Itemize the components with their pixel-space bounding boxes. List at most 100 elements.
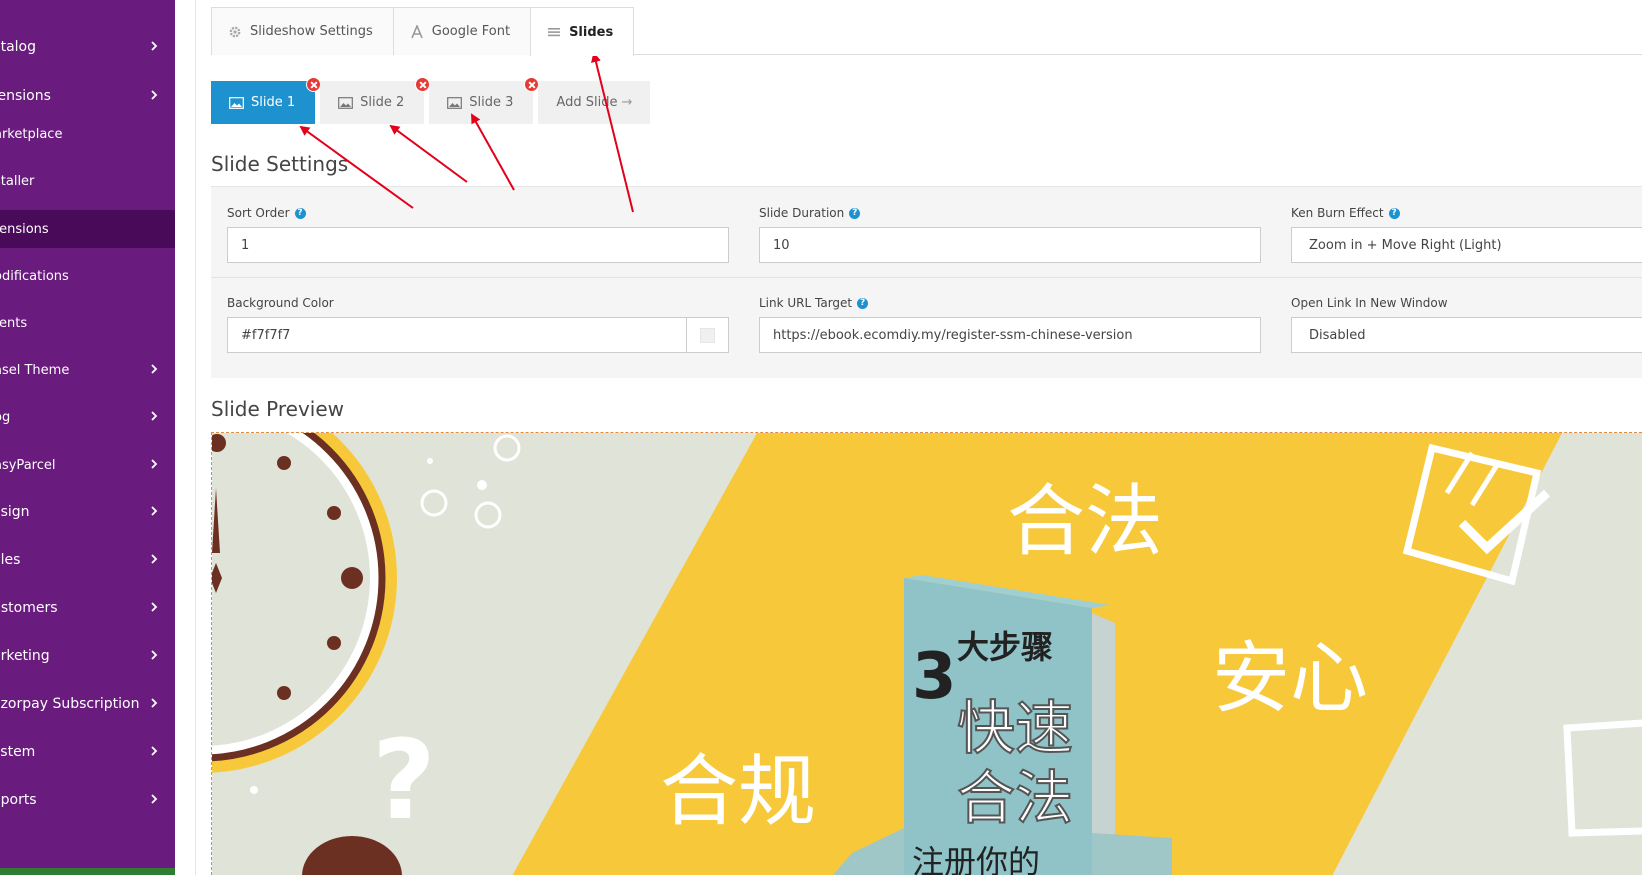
- sidebar-item-label: og: [0, 409, 11, 425]
- gear-icon: [228, 25, 242, 39]
- sidebar-item-label: rents: [0, 315, 28, 331]
- slide-preview-heading: Slide Preview: [211, 397, 345, 421]
- sidebar-item-label: asyParcel: [0, 457, 56, 473]
- chevron-right-icon: [151, 698, 158, 708]
- sidebar-item-label: ales: [0, 552, 21, 568]
- sidebar-item[interactable]: esign: [0, 493, 175, 531]
- sidebar-item-label: arketing: [0, 648, 50, 664]
- top-tabs: Slideshow Settings Google Font Slides: [211, 7, 635, 56]
- input-value: https://ebook.ecomdiy.my/register-ssm-ch…: [773, 327, 1133, 343]
- slide-duration-label: Slide Duration ?: [759, 206, 861, 220]
- sort-order-label: Sort Order ?: [227, 206, 306, 220]
- input-value: 10: [773, 237, 790, 253]
- chevron-right-icon: [151, 41, 158, 51]
- slide-duration-input[interactable]: 10: [759, 227, 1261, 263]
- sidebar-item[interactable]: ales: [0, 541, 175, 579]
- help-icon[interactable]: ?: [294, 207, 306, 219]
- help-icon[interactable]: ?: [849, 207, 861, 219]
- chevron-right-icon: [151, 411, 158, 421]
- color-picker-button[interactable]: [686, 317, 729, 353]
- slide-tabs: Slide 1 Slide 2 Slide 3 Add Slide →: [211, 77, 651, 124]
- label-text: Link URL Target: [759, 296, 853, 310]
- sidebar-item-label: azorpay Subscription: [0, 696, 140, 712]
- arrow-to-slide-3: [471, 113, 515, 191]
- sidebar: atalog tensions arketplace staller tensions o…: [0, 0, 175, 875]
- help-icon[interactable]: ?: [857, 297, 869, 309]
- slide-tab-label: Slide 1: [251, 95, 296, 110]
- sidebar-item[interactable]: ystem: [0, 733, 175, 771]
- sidebar-item[interactable]: tensions: [0, 77, 175, 115]
- sidebar-item-label: tensions: [0, 221, 49, 237]
- sidebar-item[interactable]: ustomers: [0, 589, 175, 627]
- close-icon[interactable]: [306, 77, 322, 92]
- label-text: Ken Burn Effect: [1291, 206, 1384, 220]
- chevron-right-icon: [151, 554, 158, 564]
- sort-order-input[interactable]: 1: [227, 227, 729, 263]
- sidebar-item-label: ystem: [0, 744, 36, 760]
- sidebar-item[interactable]: asel Theme: [0, 351, 175, 389]
- slide-tab-3[interactable]: Slide 3: [429, 77, 540, 124]
- input-value: 1: [241, 237, 250, 253]
- chevron-right-icon: [151, 364, 158, 374]
- sidebar-gutter: [175, 0, 196, 875]
- slide-settings-heading: Slide Settings: [211, 152, 349, 176]
- sidebar-item[interactable]: tensions: [0, 210, 175, 248]
- slide-tab-1[interactable]: Slide 1: [211, 77, 322, 124]
- sidebar-item-label: atalog: [0, 39, 36, 55]
- tab-label: Slideshow Settings: [250, 24, 373, 39]
- label-text: Slide Duration: [759, 206, 845, 220]
- background-color-input[interactable]: #f7f7f7: [227, 317, 687, 353]
- sidebar-item-label: tensions: [0, 88, 51, 104]
- book-title-line: 快速: [957, 694, 1073, 762]
- open-new-window-label: Open Link In New Window: [1291, 296, 1448, 310]
- sidebar-item[interactable]: eports: [0, 781, 175, 819]
- chevron-right-icon: [151, 90, 158, 100]
- ken-burn-select[interactable]: Zoom in + Move Right (Light): [1291, 227, 1642, 263]
- slide-tab-label: Slide 2: [360, 95, 405, 110]
- open-new-window-select[interactable]: Disabled: [1291, 317, 1642, 353]
- slide-tab-2[interactable]: Slide 2: [320, 77, 431, 124]
- select-value: Disabled: [1309, 327, 1366, 343]
- link-url-input[interactable]: https://ebook.ecomdiy.my/register-ssm-ch…: [759, 317, 1261, 353]
- label-text: Background Color: [227, 296, 334, 310]
- preview-text-secure: 安心: [1212, 634, 1368, 724]
- arrow-to-slide-2: [389, 124, 468, 183]
- chevron-right-icon: [151, 650, 158, 660]
- sidebar-item[interactable]: asyParcel: [0, 446, 175, 484]
- sidebar-item-label: staller: [0, 173, 35, 189]
- label-text: Sort Order: [227, 206, 290, 220]
- book-title-line: 注册你的: [912, 843, 1040, 875]
- chevron-right-icon: [151, 602, 158, 612]
- close-icon[interactable]: [524, 77, 540, 92]
- arrow-right-icon: →: [621, 95, 633, 110]
- question-mark-text: ?: [372, 716, 436, 844]
- sidebar-item[interactable]: azorpay Subscription: [0, 685, 175, 723]
- slide-settings-panel: Sort Order ? 1 Slide Duration ? 10 Ken B…: [211, 186, 1642, 378]
- image-icon: [338, 96, 354, 109]
- sidebar-item[interactable]: atalog: [0, 28, 175, 66]
- book-title-line: 合法: [957, 764, 1073, 832]
- tab-slideshow-settings[interactable]: Slideshow Settings: [211, 7, 394, 55]
- image-icon: [447, 96, 463, 109]
- help-icon[interactable]: ?: [1388, 207, 1400, 219]
- sidebar-item[interactable]: odifications: [0, 257, 175, 295]
- sidebar-item[interactable]: rents: [0, 304, 175, 342]
- book-number: 3: [912, 640, 957, 714]
- sidebar-item-label: eports: [0, 792, 37, 808]
- label-text: Open Link In New Window: [1291, 296, 1448, 310]
- slide-tab-label: Slide 3: [469, 95, 514, 110]
- sidebar-item[interactable]: staller: [0, 162, 175, 200]
- image-icon: [229, 96, 244, 109]
- chevron-right-icon: [151, 794, 158, 804]
- sidebar-item[interactable]: og: [0, 398, 175, 436]
- sidebar-item[interactable]: arketing: [0, 637, 175, 675]
- tab-slides[interactable]: Slides: [530, 7, 635, 56]
- tab-label: Google Font: [431, 24, 511, 39]
- sidebar-item[interactable]: arketplace: [0, 115, 175, 153]
- add-slide-label: Add Slide: [556, 95, 618, 110]
- close-icon[interactable]: [415, 77, 431, 92]
- color-swatch: [700, 328, 715, 343]
- preview-text-compliant: 合规: [660, 747, 816, 837]
- add-slide-button[interactable]: Add Slide →: [538, 81, 651, 124]
- tab-google-font[interactable]: Google Font: [392, 7, 532, 55]
